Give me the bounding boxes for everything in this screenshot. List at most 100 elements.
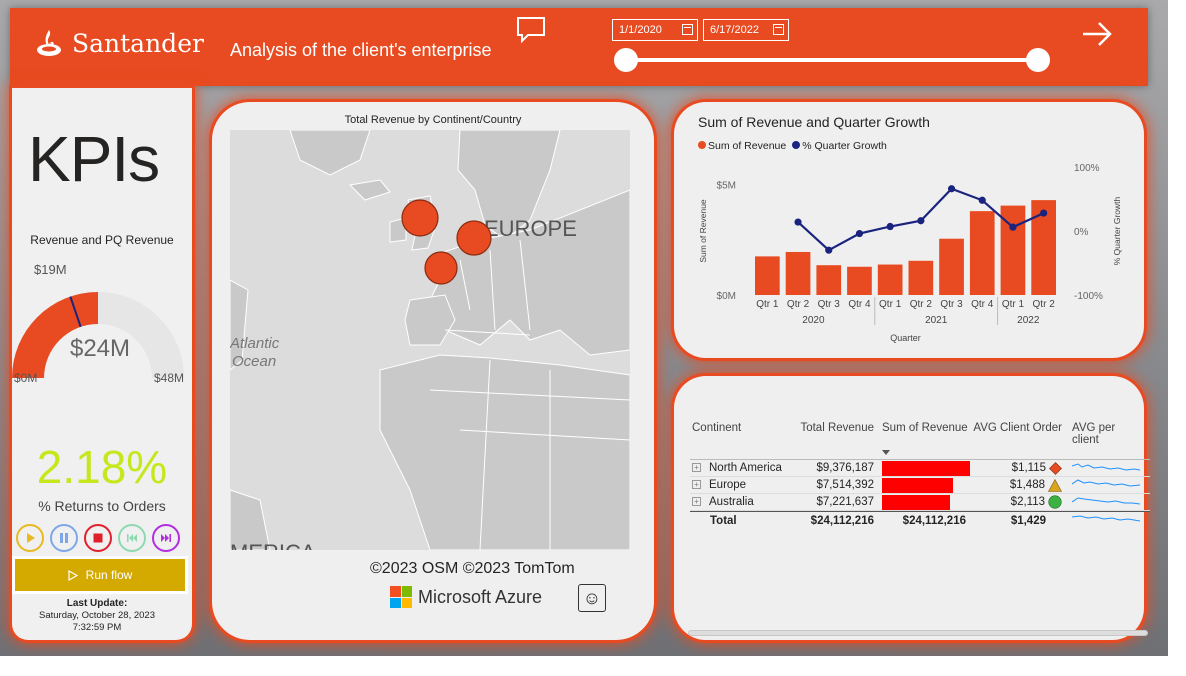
x-tick-label: Qtr 4 xyxy=(971,299,994,310)
kpi-title: KPIs xyxy=(28,123,160,195)
last-update-time: 7:32:59 PM xyxy=(72,622,122,633)
gauge-title: Revenue and PQ Revenue xyxy=(30,233,174,247)
pause-button[interactable] xyxy=(50,524,78,552)
gauge-max-label: $48M xyxy=(154,371,184,385)
fast-forward-button[interactable] xyxy=(152,524,180,552)
growth-point[interactable] xyxy=(1040,209,1048,217)
cell-sum-revenue-bar xyxy=(876,494,970,510)
header-avg-per-client[interactable]: AVG per client xyxy=(1064,422,1136,446)
flow-controls xyxy=(16,524,180,552)
y2-tick-label: 100% xyxy=(1074,163,1100,174)
table-total-row: Total $24,112,216 $24,112,216 $1,429 xyxy=(690,511,1150,529)
combo-chart-panel: Sum of Revenue and Quarter Growth Sum of… xyxy=(674,102,1144,358)
stop-button[interactable] xyxy=(84,524,112,552)
sparkline xyxy=(1071,496,1141,504)
y2-tick-label: 0% xyxy=(1074,227,1089,238)
growth-point[interactable] xyxy=(947,185,956,193)
y-tick-label: $5M xyxy=(717,181,736,192)
sparkline xyxy=(1071,462,1141,471)
last-update-date: Saturday, October 28, 2023 xyxy=(38,610,155,621)
growth-point[interactable] xyxy=(794,218,802,226)
total-revenue: $24,112,216 xyxy=(810,514,874,527)
x-year-label: 2022 xyxy=(1017,315,1040,326)
cell-avg-per-client xyxy=(1064,477,1141,494)
report-canvas: Santander Analysis of the client's enter… xyxy=(0,0,1168,656)
x-tick-label: Qtr 3 xyxy=(818,299,841,310)
revenue-map[interactable]: EUROPE Atlantic Ocean MERICA xyxy=(230,130,630,550)
date-slider-track[interactable] xyxy=(626,58,1040,62)
revenue-growth-chart[interactable]: $0M $5M -100% 0% 100% Sum of Revenue % Quarter… xyxy=(674,157,1144,352)
table-row[interactable]: + North America $9,376,187 $1,115 xyxy=(690,460,1150,477)
revenue-bar[interactable] xyxy=(908,260,934,295)
header-continent[interactable]: Continent xyxy=(690,422,794,434)
header-avg-client-order[interactable]: AVG Client Order xyxy=(970,422,1064,434)
date-start-input[interactable]: 1/1/2020 xyxy=(612,19,698,41)
expand-plus-icon[interactable]: + xyxy=(692,480,701,490)
legend-label-growth: % Quarter Growth xyxy=(802,140,887,152)
revenue-bar[interactable] xyxy=(939,238,964,295)
rewind-button[interactable] xyxy=(118,524,146,552)
legend-item-growth[interactable]: % Quarter Growth xyxy=(792,140,887,152)
date-slider-start-handle[interactable] xyxy=(614,48,638,72)
avg-client-order-value: $1,488 xyxy=(1009,479,1045,491)
growth-point[interactable] xyxy=(825,246,833,254)
total-label: Total xyxy=(710,514,737,527)
window-edge-bottom xyxy=(0,656,1186,676)
map-bubble-north-america[interactable] xyxy=(401,199,439,237)
revenue-bar[interactable] xyxy=(785,251,811,295)
gauge-target-label: $19M xyxy=(34,262,67,277)
growth-point[interactable] xyxy=(917,217,925,225)
x-tick-label: Qtr 2 xyxy=(1033,299,1056,310)
expand-plus-icon[interactable]: + xyxy=(692,497,701,507)
date-start-value: 1/1/2020 xyxy=(619,24,662,36)
play-outline-icon xyxy=(68,569,78,581)
calendar-icon[interactable] xyxy=(773,24,784,35)
comment-icon[interactable] xyxy=(516,16,546,44)
horizontal-scrollbar[interactable] xyxy=(688,630,1148,636)
revenue-bar[interactable] xyxy=(755,256,780,295)
total-avg-client-order: $1,429 xyxy=(1010,514,1046,527)
date-end-input[interactable]: 6/17/2022 xyxy=(703,19,789,41)
revenue-bar[interactable] xyxy=(969,211,995,295)
revenue-bar[interactable] xyxy=(847,266,872,295)
sort-descending-icon[interactable] xyxy=(882,450,890,456)
cell-avg-per-client xyxy=(1064,494,1141,511)
expand-plus-icon[interactable]: + xyxy=(692,463,701,473)
table-panel: Continent Total Revenue Sum of Revenue A… xyxy=(674,376,1150,640)
rewind-icon xyxy=(127,534,137,542)
table-row[interactable]: + Australia $7,221,637 $2,113 xyxy=(690,494,1150,511)
play-button[interactable] xyxy=(16,524,44,552)
map-provider: Microsoft Azure xyxy=(418,586,543,607)
returns-percentage: 2.18% xyxy=(36,441,168,493)
revenue-bar[interactable] xyxy=(877,264,903,295)
legend-item-revenue[interactable]: Sum of Revenue xyxy=(698,140,786,152)
growth-point[interactable] xyxy=(886,222,894,231)
arrow-right-icon[interactable] xyxy=(1080,20,1114,48)
growth-point[interactable] xyxy=(978,196,986,204)
cell-continent: + North America xyxy=(690,462,794,474)
revenue-bar[interactable] xyxy=(816,265,842,295)
legend-dot-growth xyxy=(792,141,801,149)
cell-avg-per-client xyxy=(1064,460,1141,477)
kpi-circle-icon xyxy=(1048,495,1062,509)
revenue-data-bar xyxy=(882,477,953,493)
kpi-panel: KPIs Revenue and PQ Revenue $19M $24M $0… xyxy=(12,88,192,640)
table-row[interactable]: + Europe $7,514,392 $1,488 xyxy=(690,477,1150,494)
growth-point[interactable] xyxy=(855,229,864,238)
map-bubble-europe[interactable] xyxy=(456,220,492,256)
revenue-gauge[interactable]: $19M $24M $0M $48M xyxy=(12,258,192,388)
growth-point[interactable] xyxy=(1009,223,1017,231)
header-sum-revenue[interactable]: Sum of Revenue xyxy=(876,422,970,455)
calendar-icon[interactable] xyxy=(682,24,693,35)
y-tick-label: $0M xyxy=(717,291,736,302)
feedback-smiley-icon[interactable]: ☺ xyxy=(578,584,606,612)
map-bubble-australia[interactable] xyxy=(424,251,458,285)
header-bar: Santander Analysis of the client's enter… xyxy=(10,8,1148,86)
header-total-revenue[interactable]: Total Revenue xyxy=(794,422,876,434)
cell-continent: + Europe xyxy=(690,479,794,491)
run-flow-button[interactable]: Run flow xyxy=(12,556,188,594)
pause-icon xyxy=(60,533,68,543)
cell-avg-client-order: $2,113 xyxy=(970,495,1064,509)
santander-logo: Santander xyxy=(34,28,204,58)
date-slider-end-handle[interactable] xyxy=(1026,48,1050,72)
